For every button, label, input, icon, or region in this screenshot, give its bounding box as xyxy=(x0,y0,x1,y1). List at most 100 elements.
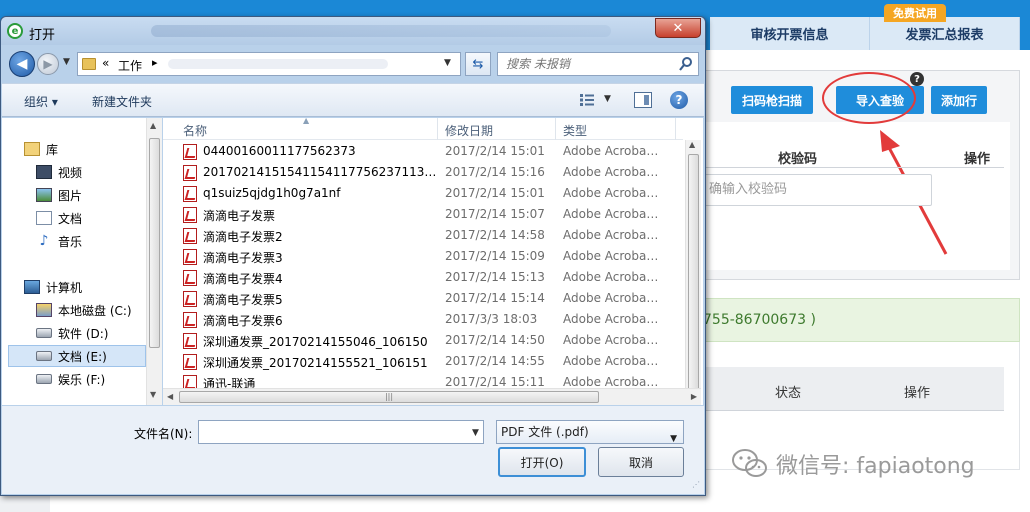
file-modified-date: 2017/2/14 15:16 xyxy=(445,165,545,179)
file-name: 深圳通发票_20170214155046_106150 xyxy=(203,335,428,349)
refresh-button[interactable]: ⇆ xyxy=(465,52,491,76)
view-options-icon[interactable] xyxy=(580,94,594,106)
nav-item-label: 音乐 xyxy=(58,234,83,249)
column-divider[interactable] xyxy=(437,118,438,140)
system-drive-icon xyxy=(36,303,52,317)
filename-dropdown-icon[interactable]: ▼ xyxy=(472,428,479,438)
search-icon[interactable] xyxy=(678,56,694,72)
pdf-file-icon xyxy=(183,228,197,244)
file-type: Adobe Acrobat ... xyxy=(563,354,659,368)
column-header-type[interactable]: 类型 xyxy=(563,122,587,139)
organize-menu[interactable]: 组织 ▾ xyxy=(24,93,58,110)
scroll-up-icon[interactable]: ▲ xyxy=(689,140,695,149)
file-row[interactable]: 滴滴电子发票4 2017/2/14 15:13 Adobe Acrobat ... xyxy=(163,267,683,288)
scanner-scan-button[interactable]: 扫码枪扫描 xyxy=(731,86,813,114)
dialog-title: 打开 xyxy=(29,28,56,43)
scroll-thumb[interactable] xyxy=(688,154,699,392)
search-input[interactable] xyxy=(506,56,672,72)
file-row[interactable]: 044001600111775623​73 2017/2/14 15:01 Adob… xyxy=(163,141,683,162)
column-divider[interactable] xyxy=(555,118,556,140)
file-modified-date: 2017/2/14 15:14 xyxy=(445,291,545,305)
scroll-down-icon[interactable]: ▼ xyxy=(150,390,156,399)
new-folder-button[interactable]: 新建文件夹 xyxy=(92,93,152,110)
cancel-button[interactable]: 取消 xyxy=(598,447,684,477)
add-row-button[interactable]: 添加行 xyxy=(931,86,987,114)
file-list-pane: ▲ 名称 修改日期 类型 044001600111775623​73 2017/2… xyxy=(163,116,703,405)
column-header-status: 状态 xyxy=(775,386,802,401)
file-type-value: PDF 文件 (.pdf) xyxy=(501,425,589,439)
open-button[interactable]: 打开(O) xyxy=(498,447,586,477)
back-button[interactable]: ◀ xyxy=(9,51,35,77)
nav-item-label: 计算机 xyxy=(46,280,83,295)
command-bar: 组织 ▾ 新建文件夹 ▼ ? xyxy=(2,83,704,117)
column-header-name[interactable]: 名称 xyxy=(183,122,207,139)
scroll-up-icon[interactable]: ▲ xyxy=(150,121,156,130)
help-icon[interactable]: ? xyxy=(910,72,924,86)
file-row[interactable]: q1suiz5qjdg1h0g7a1nf 2017/2/14 15:01 Adobe… xyxy=(163,183,683,204)
folder-icon xyxy=(82,58,96,70)
scroll-thumb[interactable]: ||| xyxy=(179,391,599,403)
view-dropdown-icon[interactable]: ▼ xyxy=(604,94,611,104)
breadcrumb-overflow[interactable]: « xyxy=(102,56,109,70)
file-name: 滴滴电子发票3 xyxy=(203,251,283,265)
pdf-file-icon xyxy=(183,186,197,202)
dialog-help-icon[interactable]: ? xyxy=(670,91,688,109)
file-type-select[interactable]: PDF 文件 (.pdf) ▼ xyxy=(496,420,684,444)
file-row[interactable]: 滴滴电子发票5 2017/2/14 15:14 Adobe Acrobat ... xyxy=(163,288,683,309)
horizontal-scrollbar[interactable]: ◀ ||| ▶ xyxy=(163,388,701,405)
nav-item-label: 本地磁盘 (C:) xyxy=(58,303,132,318)
close-button[interactable]: ✕ xyxy=(655,18,701,38)
wechat-watermark: 微信号: fapiaotong xyxy=(730,446,975,482)
library-icon xyxy=(24,142,40,156)
file-row[interactable]: 滴滴电子发票 2017/2/14 15:07 Adobe Acrobat ... xyxy=(163,204,683,225)
file-modified-date: 2017/3/3 18:03 xyxy=(445,312,538,326)
file-type: Adobe Acrobat ... xyxy=(563,207,659,221)
file-row[interactable]: 滴滴电子发票3 2017/2/14 15:09 Adobe Acrobat ... xyxy=(163,246,683,267)
file-name: 滴滴电子发票6 xyxy=(203,314,283,328)
pdf-file-icon xyxy=(183,144,197,160)
scroll-left-icon[interactable]: ◀ xyxy=(167,392,173,401)
picture-icon xyxy=(36,188,52,202)
tab-review-invoice-info[interactable]: 审核开票信息 xyxy=(710,17,870,50)
verify-code-input[interactable]: 确输入校验码 xyxy=(700,174,932,206)
scroll-right-icon[interactable]: ▶ xyxy=(691,392,697,401)
breadcrumb-separator[interactable]: ▸ xyxy=(152,56,158,69)
pdf-file-icon xyxy=(183,207,197,223)
filename-input[interactable] xyxy=(198,420,484,444)
dialog-title-bar[interactable]: e 打开 ✕ xyxy=(1,17,705,45)
nav-item-drive-e[interactable]: 文档 (E:) xyxy=(8,345,146,367)
file-list-scrollbar[interactable]: ▲ ▼ xyxy=(685,140,701,405)
file-type: Adobe Acrobat ... xyxy=(563,249,659,263)
watermark-text: 微信号: fapiaotong xyxy=(776,454,975,479)
file-modified-date: 2017/2/14 15:13 xyxy=(445,270,545,284)
recent-locations-dropdown[interactable]: ▼ xyxy=(63,57,70,67)
nav-item-label: 库 xyxy=(46,142,59,157)
file-type: Adobe Acrobat ... xyxy=(563,186,659,200)
breadcrumb-folder[interactable]: 工作 xyxy=(118,57,142,74)
nav-scrollbar[interactable]: ▲ ▼ xyxy=(146,118,162,405)
file-row[interactable]: 201702141515411541177562371132​61... 2017… xyxy=(163,162,683,183)
address-bar[interactable]: « 工作 ▸ ▼ xyxy=(77,52,461,76)
preview-pane-icon[interactable] xyxy=(634,92,652,108)
file-row[interactable]: 深圳通发票_20170214155521_106151 2017/2/14 14:… xyxy=(163,351,683,372)
column-header-date[interactable]: 修改日期 xyxy=(445,122,493,139)
file-type: Adobe Acrobat ... xyxy=(563,375,659,389)
column-divider[interactable] xyxy=(675,118,676,140)
file-modified-date: 2017/2/14 15:11 xyxy=(445,375,545,389)
file-list-header: ▲ 名称 修改日期 类型 xyxy=(163,116,683,140)
filename-label: 文件名(N): xyxy=(134,427,193,441)
scroll-thumb[interactable] xyxy=(149,138,160,348)
search-box[interactable] xyxy=(497,52,699,76)
file-row[interactable]: 滴滴电子发票6 2017/3/3 18:03 Adobe Acrobat ... xyxy=(163,309,683,330)
nav-item-label: 文档 (E:) xyxy=(58,349,107,364)
file-type: Adobe Acrobat ... xyxy=(563,165,659,179)
file-modified-date: 2017/2/14 15:09 xyxy=(445,249,545,263)
resize-grip-icon[interactable]: ⋰ xyxy=(692,480,700,489)
address-dropdown-icon[interactable]: ▼ xyxy=(444,58,451,68)
file-row[interactable]: 滴滴电子发票2 2017/2/14 14:58 Adobe Acrobat ... xyxy=(163,225,683,246)
forward-button[interactable]: ▶ xyxy=(37,53,59,75)
file-row[interactable]: 深圳通发票_20170214155046_106150 2017/2/14 14:… xyxy=(163,330,683,351)
navigation-pane: 库 视频 图片 文档 ♪ 音乐 计算机 本地磁盘 (C:) 软件 (D:) 文档 … xyxy=(2,118,162,405)
document-icon xyxy=(36,211,52,225)
nav-item-label: 图片 xyxy=(58,188,83,203)
